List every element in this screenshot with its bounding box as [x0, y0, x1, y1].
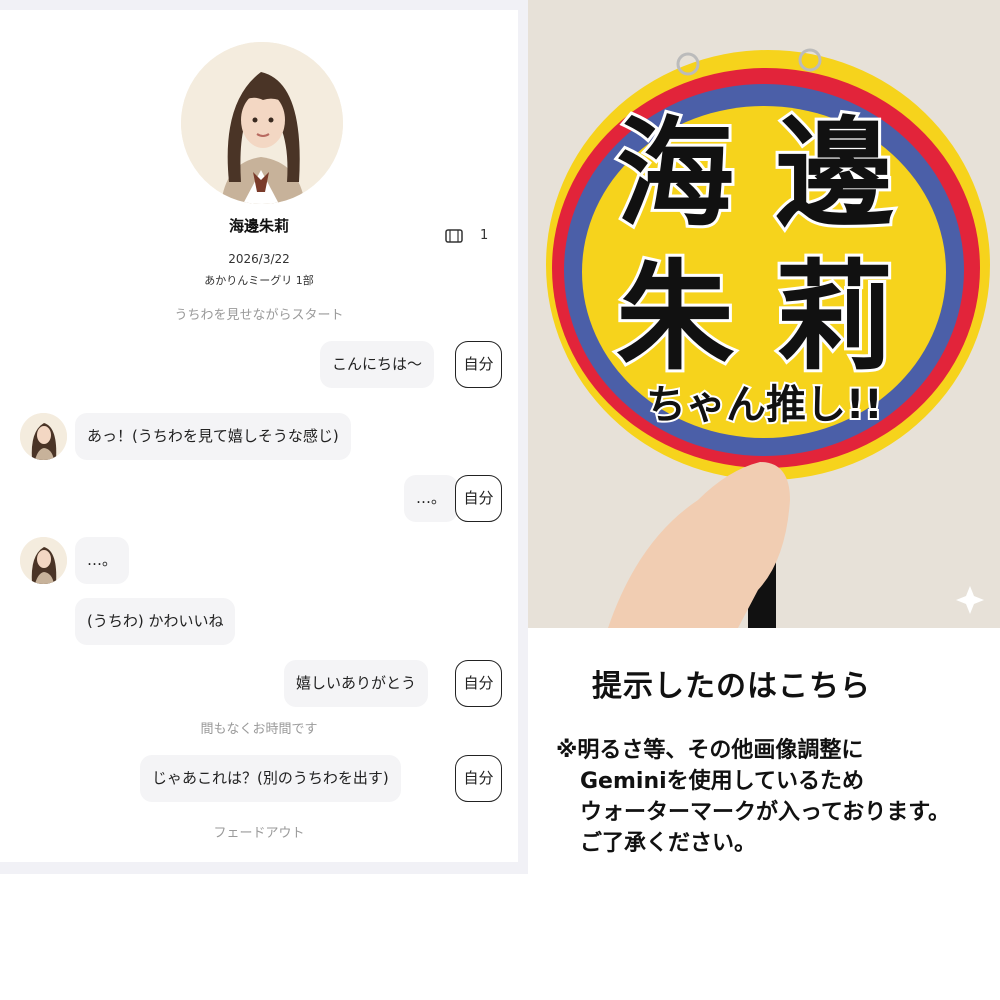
note-line-2: Geminiを使用しているため [580, 769, 864, 794]
book-icon[interactable] [445, 229, 463, 243]
profile-subtitle: あかりんミーグリ 1部 [204, 274, 314, 287]
message-bubble-self: 嬉しいありがとう [284, 660, 429, 707]
self-button[interactable]: 自分 [455, 475, 502, 522]
profile-date: 2026/3/22 [228, 252, 290, 266]
self-button[interactable]: 自分 [455, 341, 502, 388]
fan-text-line3: ちゃん推し!! [646, 382, 882, 428]
system-message-start: うちわを見せながらスタート [174, 308, 344, 323]
fan-text-line1: 海 邊 [616, 105, 893, 243]
note-line-1: ※明るさ等、その他画像調整に [556, 738, 864, 763]
system-message-fade: フェードアウト [213, 826, 305, 841]
message-bubble-partner: (うちわ) かわいいね [75, 598, 236, 645]
ticket-count: 1 [480, 228, 489, 243]
chat-panel: 海邊朱莉 1 2026/3/22 あかりんミーグリ 1部 うちわを見せながらスタ… [0, 10, 518, 862]
note-line-3: ウォーターマークが入っております。 [580, 800, 951, 825]
partner-avatar [20, 413, 67, 460]
profile-name: 海邊朱莉 [228, 217, 289, 235]
caption-title: 提示したのはこちら [592, 669, 871, 704]
message-bubble-partner: あっ！(うちわを見て嬉しそうな感じ) [75, 413, 351, 460]
self-button[interactable]: 自分 [455, 755, 502, 802]
self-button[interactable]: 自分 [455, 660, 502, 707]
profile-avatar [181, 42, 343, 204]
fan-text-line2: 朱 莉 [616, 248, 893, 386]
message-bubble-self: こんにちは〜 [320, 341, 435, 388]
message-bubble-self: …。 [404, 475, 459, 522]
partner-avatar [20, 537, 67, 584]
caption-note: ※明るさ等、その他画像調整に Geminiを使用しているため ウォーターマークが… [556, 735, 950, 859]
message-bubble-partner: …。 [75, 537, 130, 584]
message-bubble-self: じゃあこれは？(別のうちわを出す) [140, 755, 401, 802]
note-line-4: ご了承ください。 [580, 831, 757, 856]
system-message-time: 間もなくお時間です [200, 722, 318, 737]
uchiwa-photo: 海 邊 朱 莉 ちゃん推し!! [528, 0, 1000, 628]
